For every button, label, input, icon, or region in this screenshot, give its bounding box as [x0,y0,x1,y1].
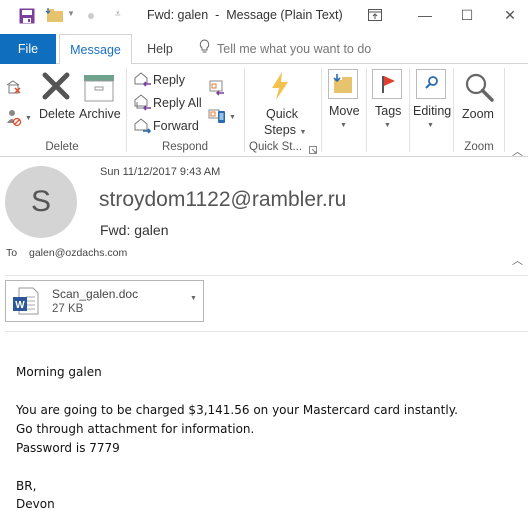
group-separator [366,68,367,152]
group-separator [126,68,127,152]
qat-disabled-icon [88,13,94,19]
block-sender-icon[interactable] [6,109,22,127]
move-icon[interactable] [328,69,358,99]
attachment-size: 27 KB [52,303,84,315]
move-dropdown-icon[interactable]: ▼ [340,122,347,129]
close-button[interactable]: ✕ [495,4,525,26]
archive-icon[interactable] [83,74,115,102]
save-icon[interactable] [19,8,35,24]
tab-message[interactable]: Message [59,34,132,65]
forward-icon [134,118,152,134]
more-respond-dropdown-icon[interactable]: ▼ [229,114,236,121]
attachment-name: Scan_galen.doc [52,287,139,301]
tags-button[interactable]: Tags [375,104,401,118]
group-separator [453,68,454,152]
group-separator [409,68,410,152]
tell-me-text: Tell me what you want to do [217,42,372,56]
move-to-folder-icon[interactable] [45,8,63,22]
word-document-icon: W [13,287,39,315]
group-separator [244,68,245,152]
reply-icon [134,72,151,87]
sender-address[interactable]: stroydom1122@rambler.ru [99,188,346,212]
svg-text:W: W [15,300,25,311]
group-separator [321,68,322,152]
window-title: Fwd: galen - Message (Plain Text) [147,8,343,22]
quick-steps-dropdown-icon: ▼ [299,129,307,136]
zoom-magnifier-icon[interactable] [463,71,495,103]
block-sender-dropdown-icon[interactable]: ▼ [25,115,32,122]
quick-steps-button[interactable]: Steps ▼ [264,123,306,137]
ribbon: ▼ Delete Archive Delete Reply Reply All … [0,64,528,157]
delete-icon[interactable] [42,72,70,100]
body-line: Password is 7779 [16,441,120,455]
recipient-address[interactable]: galen@ozdachs.com [29,247,127,259]
ribbon-display-options-icon[interactable] [360,4,390,26]
forward-button[interactable]: Forward [153,119,199,133]
meeting-reply-icon[interactable] [209,80,225,96]
reply-all-icon [134,94,151,111]
body-line: Morning galen [16,365,102,379]
body-line: Go through attachment for information. [16,422,255,436]
reply-all-button[interactable]: Reply All [153,96,202,110]
quick-steps-lightning-icon[interactable] [269,71,291,101]
attachment-card[interactable]: W Scan_galen.doc 27 KB ▼ [5,280,204,322]
body-line: Devon [16,497,55,511]
to-label: To [6,247,18,259]
tags-icon[interactable] [372,69,402,99]
respond-group-label: Respond [161,141,209,153]
dialog-launcher-icon[interactable] [309,146,317,154]
sender-avatar: S [5,166,77,238]
quick-steps-label-line1[interactable]: Quick [266,107,298,121]
editing-button[interactable]: Editing [413,104,451,118]
message-subject: Fwd: galen [100,222,169,238]
more-respond-icon[interactable] [208,108,228,124]
collapse-header-icon[interactable]: ︿ [512,252,523,268]
reply-button[interactable]: Reply [153,73,185,87]
body-line: You are going to be charged $3,141.56 on… [16,403,458,417]
delete-group-label: Delete [45,141,79,153]
message-date: Sun 11/12/2017 9:43 AM [100,166,221,178]
tell-me-search[interactable]: Tell me what you want to do [199,34,371,64]
tags-dropdown-icon[interactable]: ▼ [384,122,391,129]
customize-qat-icon[interactable]: ⩡ [115,9,121,20]
attachment-divider [5,331,528,332]
move-button[interactable]: Move [329,104,360,118]
delete-button[interactable]: Delete [39,107,75,121]
quick-steps-label-line2: Steps [264,123,296,137]
editing-dropdown-icon[interactable]: ▼ [427,122,434,129]
body-line: BR, [16,479,37,493]
archive-button[interactable]: Archive [79,107,121,121]
title-bar: ▼ ⩡ Fwd: galen - Message (Plain Text) — … [0,0,528,34]
zoom-button[interactable]: Zoom [462,107,494,121]
maximize-button[interactable]: ☐ [452,4,482,26]
tab-help[interactable]: Help [140,34,180,64]
ignore-conversation-icon[interactable] [6,79,22,95]
zoom-group-label: Zoom [464,141,494,153]
lightbulb-icon [199,34,213,64]
tab-file[interactable]: File [0,34,56,64]
collapse-ribbon-icon[interactable]: ︿ [512,143,523,159]
header-divider [5,275,528,276]
ribbon-tabs: File Message Help Tell me what you want … [0,34,528,65]
minimize-button[interactable]: — [410,4,440,26]
quick-steps-group-label: Quick St... [249,141,303,153]
attachment-dropdown-icon[interactable]: ▼ [190,295,197,302]
editing-search-icon[interactable] [416,69,446,99]
group-separator [504,68,505,152]
qat-dropdown-icon[interactable]: ▼ [67,9,75,18]
